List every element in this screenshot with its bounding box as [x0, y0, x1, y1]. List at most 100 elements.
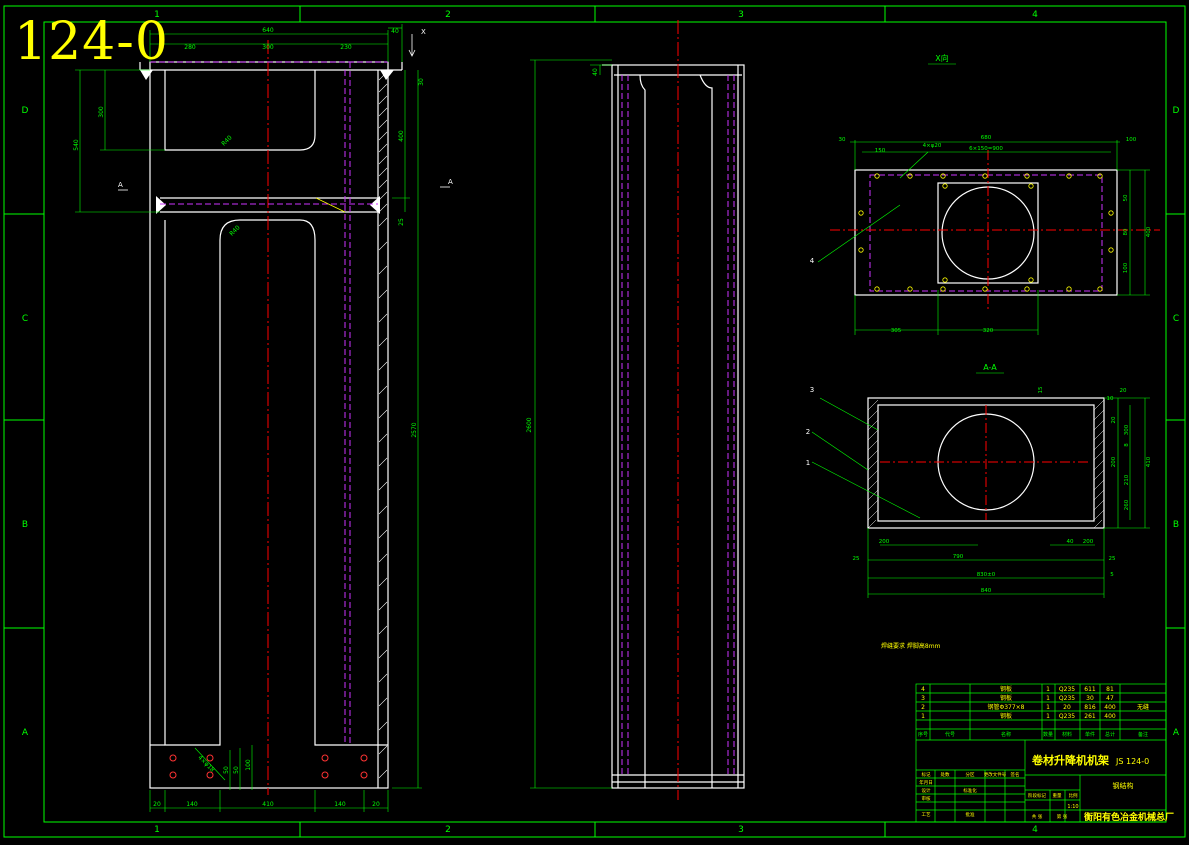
sign-label-mark: 标记	[922, 771, 931, 778]
dim-front-hole-pitch-c: 100	[245, 759, 252, 771]
part-1-no: 1	[921, 713, 925, 720]
part-1-qty: 1	[1046, 713, 1050, 720]
welding-note: 焊缝要求 焊脚高8mm	[881, 642, 941, 650]
dim-front-plate: 25	[398, 218, 405, 226]
dim-sec-h-e: 210	[1124, 474, 1130, 485]
zone-row-d-left: D	[22, 106, 29, 116]
zone-col-2-top: 2	[445, 10, 451, 20]
parts-header-name: 名称	[1001, 731, 1011, 738]
section-a-a: A-A 15 20 10 300 8 20 200 210 260 410 79…	[806, 363, 1152, 598]
dim-sec-weld: 10	[1107, 396, 1114, 402]
part-3-unit: 30	[1086, 695, 1094, 702]
company-name: 衡阳有色冶金机械总厂	[1084, 811, 1174, 823]
dim-front-bolt-right: 140	[334, 801, 346, 808]
dim-x-right-span: 320	[983, 328, 994, 334]
front-dimensions	[75, 24, 422, 812]
meta-label-weight: 重量	[1053, 792, 1062, 799]
side-view: 40 2600	[526, 20, 745, 800]
sign-label-approve: 批准	[966, 811, 975, 818]
dim-front-left-span: 280	[184, 44, 196, 51]
dim-front-upper-height: 400	[398, 130, 405, 142]
part-4-no: 4	[921, 686, 925, 693]
meta-label-sheets: 共 张	[1032, 813, 1043, 820]
section-title: A-A	[983, 363, 997, 372]
sign-label-sign: 签名	[1011, 771, 1020, 778]
dim-sec-span: 830±0	[977, 572, 996, 578]
dim-x-offset: 150	[875, 148, 886, 154]
dim-x-left-span: 305	[891, 328, 902, 334]
part-2-no: 2	[921, 704, 925, 711]
part-4-name: 钢板	[1000, 685, 1012, 693]
callout-4: 4	[810, 257, 815, 265]
part-2-unit: 816	[1084, 704, 1096, 711]
part-3-qty: 1	[1046, 695, 1050, 702]
dim-front-hole-pitch-b: 50	[233, 766, 240, 774]
sign-label-process: 工艺	[922, 812, 931, 818]
callout-2: 2	[806, 428, 810, 436]
dim-sec-foot-right: 25	[1109, 556, 1116, 562]
parts-header-remark: 备注	[1138, 731, 1148, 738]
dim-sec-h-total: 410	[1146, 456, 1152, 467]
part-4-qty: 1	[1046, 686, 1050, 693]
zone-row-a-left: A	[22, 728, 29, 738]
part-1-material: Q235	[1059, 713, 1075, 720]
dim-x-edge-right: 100	[1126, 137, 1137, 143]
meta-label-sheet: 第 张	[1057, 813, 1068, 820]
meta-label-stage: 阶段标记	[1028, 792, 1046, 799]
drawing-code: JS 124-0	[1115, 757, 1149, 766]
dim-sec-edge-left: 25	[853, 556, 860, 562]
part-2-remark: 无缝	[1137, 703, 1149, 711]
callout-3: 3	[810, 386, 814, 394]
part-3-total: 47	[1106, 695, 1114, 702]
x-view-title: X向	[935, 53, 948, 63]
title-block: 序号 代号 名称 数量 材料 单件 总计 备注 4 钢板 1 Q235 611 …	[915, 683, 1174, 823]
drawing-name: 卷材升降机机架	[1031, 753, 1109, 767]
dim-sec-offset-left: 200	[879, 539, 890, 545]
drawing-number: 124-0	[14, 12, 169, 72]
zone-row-c-left: C	[22, 314, 28, 324]
zone-row-b-left: B	[22, 520, 28, 530]
part-1-name: 钢板	[1000, 712, 1012, 720]
dim-front-hole-pitch-a: 50	[223, 766, 230, 774]
dim-front-bolt-span: 410	[262, 801, 274, 808]
dim-front-total-height: 2570	[411, 422, 418, 437]
parts-header-no: 序号	[918, 731, 928, 738]
dim-sec-offset-right: 200	[1083, 539, 1094, 545]
zone-row-d-right: D	[1173, 106, 1180, 116]
sign-label-zone: 分区	[966, 771, 975, 778]
zone-row-a-right: A	[1173, 728, 1180, 738]
part-3-no: 3	[921, 695, 925, 702]
section-mark-right: A	[448, 178, 453, 186]
dim-side-height: 2600	[526, 417, 533, 432]
parts-header-unit: 单件	[1085, 731, 1095, 738]
parts-header-material: 材料	[1062, 731, 1072, 738]
parts-header-total: 总计	[1105, 731, 1115, 738]
dim-sec-h-d: 200	[1111, 456, 1117, 467]
dim-front-bolt-left: 140	[186, 801, 198, 808]
dim-sec-h-a: 300	[1124, 424, 1130, 435]
meta-label-scale: 比例	[1069, 792, 1078, 799]
part-1-total: 400	[1104, 713, 1116, 720]
dim-sec-width: 840	[981, 588, 992, 594]
sign-label-design: 设计	[922, 787, 931, 794]
dim-sec-flange: 20	[1120, 388, 1127, 394]
drawing-canvas: 1 2 3 4 1 2 3 4 D C B A D C B A 640 40 2…	[3, 5, 1186, 838]
dim-x-holes: 4×φ20	[923, 143, 942, 149]
zone-col-2-bottom: 2	[445, 825, 451, 835]
dim-sec-h-c: 20	[1111, 416, 1117, 423]
part-3-material: Q235	[1059, 695, 1075, 702]
dim-sec-edge-right: 5	[1110, 572, 1114, 578]
zone-col-1-bottom: 1	[154, 825, 160, 835]
zone-col-4-bottom: 4	[1032, 825, 1038, 835]
dim-front-window: 300	[98, 106, 105, 118]
x-view: X向 30 680 6×150=900 100 150 4×φ20 305 32…	[810, 53, 1160, 335]
parts-header-qty: 数量	[1043, 731, 1053, 738]
dim-x-edge: 30	[839, 137, 846, 143]
dim-sec-h-f: 260	[1124, 499, 1130, 510]
zone-col-4-top: 4	[1032, 10, 1038, 20]
sign-label-change: 更改文件号	[984, 771, 1007, 778]
dim-sec-web: 40	[1067, 539, 1074, 545]
sign-label-review: 审核	[922, 795, 931, 802]
zone-row-b-right: B	[1173, 520, 1179, 530]
front-view	[139, 40, 403, 795]
